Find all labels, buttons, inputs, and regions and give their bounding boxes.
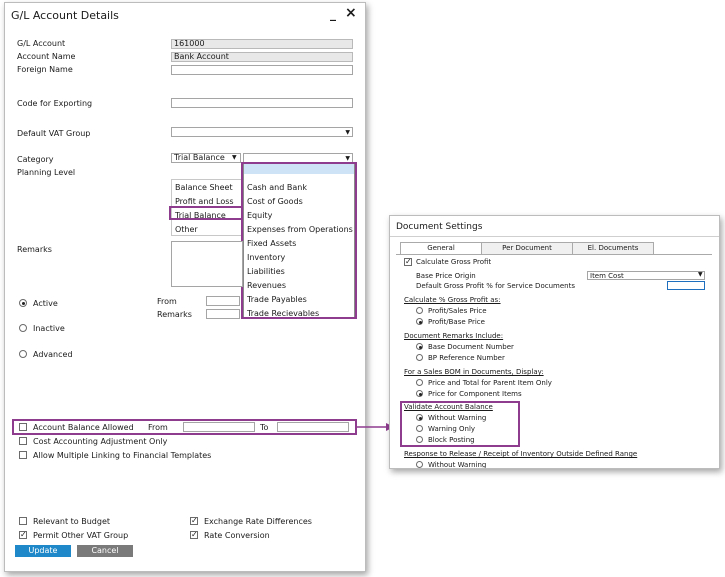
calc-gross-profit-label: Calculate Gross Profit [416,258,492,266]
window-title: G/L Account Details [11,9,119,22]
base-price-origin-label: Base Price Origin [416,272,476,280]
tab-el-documents[interactable]: El. Documents [572,242,654,254]
calc-gp-as-header: Calculate % Gross Profit as: [404,296,501,304]
foreign-name-label: Foreign Name [17,65,73,74]
default-vat-label: Default VAT Group [17,129,91,138]
title-divider [390,236,719,237]
calc-gross-profit-checkbox[interactable]: ✓ [404,258,412,266]
response-header: Response to Release / Receipt of Invento… [404,450,637,458]
category-option[interactable]: Profit and Loss [175,197,234,206]
sales-bom-header: For a Sales BOM in Documents, Display: [404,368,544,376]
advanced-radio[interactable] [19,350,27,358]
cost-accounting-label: Cost Accounting Adjustment Only [33,437,168,446]
planning-level-label: Planning Level [17,168,76,177]
price-parent-item-radio[interactable] [416,379,423,386]
update-button[interactable]: Update [15,545,71,557]
rate-conversion-checkbox[interactable]: ✓ [190,531,198,539]
response-header-text: Response to Release / Receipt of Invento… [404,450,638,458]
code-exporting-field[interactable] [171,98,353,108]
category-select[interactable]: Trial Balance [171,153,241,163]
cancel-button[interactable]: Cancel [77,545,133,557]
chevron-down-icon: ▼ [345,129,350,136]
minimize-icon[interactable]: _ [330,7,336,21]
advanced-label: Advanced [33,350,73,359]
category-label: Category [17,155,54,164]
status-remarks-field[interactable] [206,309,240,319]
exchange-rate-diff-checkbox[interactable]: ✓ [190,517,198,525]
foreign-name-field[interactable] [171,65,353,75]
bp-reference-number-radio[interactable] [416,354,423,361]
document-settings-window: Document Settings General Per Document E… [389,215,720,469]
remarks-textarea[interactable] [171,241,243,287]
subcategory-list-highlight [241,162,357,319]
category-selected-highlight [169,206,245,220]
tab-general[interactable]: General [400,242,482,254]
chevron-down-icon: ▼ [232,154,237,161]
calc-gp-as-header-text: Calculate % Gross Profit as: [404,296,501,304]
tab-label: Per Document [502,244,552,252]
base-document-number-radio[interactable] [416,343,423,350]
price-parent-item-label: Price and Total for Parent Item Only [428,379,552,387]
active-radio[interactable] [19,299,27,307]
category-option[interactable]: Balance Sheet [175,183,233,192]
default-vat-select[interactable]: ▼ [171,127,353,137]
doc-window-title: Document Settings [396,222,483,232]
permit-other-vat-label: Permit Other VAT Group [33,531,129,540]
relevant-to-budget-label: Relevant to Budget [33,517,110,526]
price-component-items-radio[interactable] [416,390,423,397]
inactive-label: Inactive [33,324,65,333]
active-label: Active [33,299,58,308]
gl-account-label: G/L Account [17,39,66,48]
tab-per-document[interactable]: Per Document [481,242,573,254]
profit-base-price-label: Profit/Base Price [428,318,485,326]
default-gp-field[interactable] [667,281,705,290]
gl-account-details-window: G/L Account Details _ × G/L Account 1610… [4,2,366,572]
allow-multiple-linking-label: Allow Multiple Linking to Financial Temp… [33,451,212,460]
allow-multiple-linking-checkbox[interactable] [19,451,27,459]
from-label: From [157,297,177,306]
remarks-label: Remarks [17,245,52,254]
rate-conversion-label: Rate Conversion [204,531,270,540]
base-price-origin-select[interactable]: Item Cost [587,271,705,280]
category-option[interactable]: Other [175,225,198,234]
tab-panel-border [396,254,712,255]
chevron-down-icon: ▼ [698,271,703,278]
inactive-radio[interactable] [19,324,27,332]
response-without-warning-radio[interactable] [416,461,423,468]
tab-label: General [427,244,455,252]
code-exporting-label: Code for Exporting [17,99,93,108]
permit-other-vat-checkbox[interactable]: ✓ [19,531,27,539]
account-balance-highlight [12,419,357,435]
sales-bom-header-text: For a Sales BOM in Documents, Display: [404,368,544,376]
account-name-label: Account Name [17,52,76,61]
close-icon[interactable]: × [345,5,357,21]
remarks-include-header-text: Document Remarks Include: [404,332,504,340]
account-name-field[interactable]: Bank Account [171,52,353,62]
gl-account-field[interactable]: 161000 [171,39,353,49]
profit-sales-price-radio[interactable] [416,307,423,314]
remarks-include-header: Document Remarks Include: [404,332,503,340]
validate-account-balance-highlight [400,401,520,447]
tab-label: El. Documents [587,244,639,252]
exchange-rate-diff-label: Exchange Rate Differences [204,517,312,526]
profit-sales-price-label: Profit/Sales Price [428,307,487,315]
base-document-number-label: Base Document Number [428,343,514,351]
active-from-field[interactable] [206,296,240,306]
price-component-items-label: Price for Component Items [428,390,522,398]
profit-base-price-radio[interactable] [416,318,423,325]
default-gp-label: Default Gross Profit % for Service Docum… [416,282,575,290]
response-without-warning-label: Without Warning [428,461,487,469]
relevant-to-budget-checkbox[interactable] [19,517,27,525]
cost-accounting-checkbox[interactable] [19,437,27,445]
status-remarks-label: Remarks [157,310,192,319]
bp-reference-number-label: BP Reference Number [428,354,505,362]
